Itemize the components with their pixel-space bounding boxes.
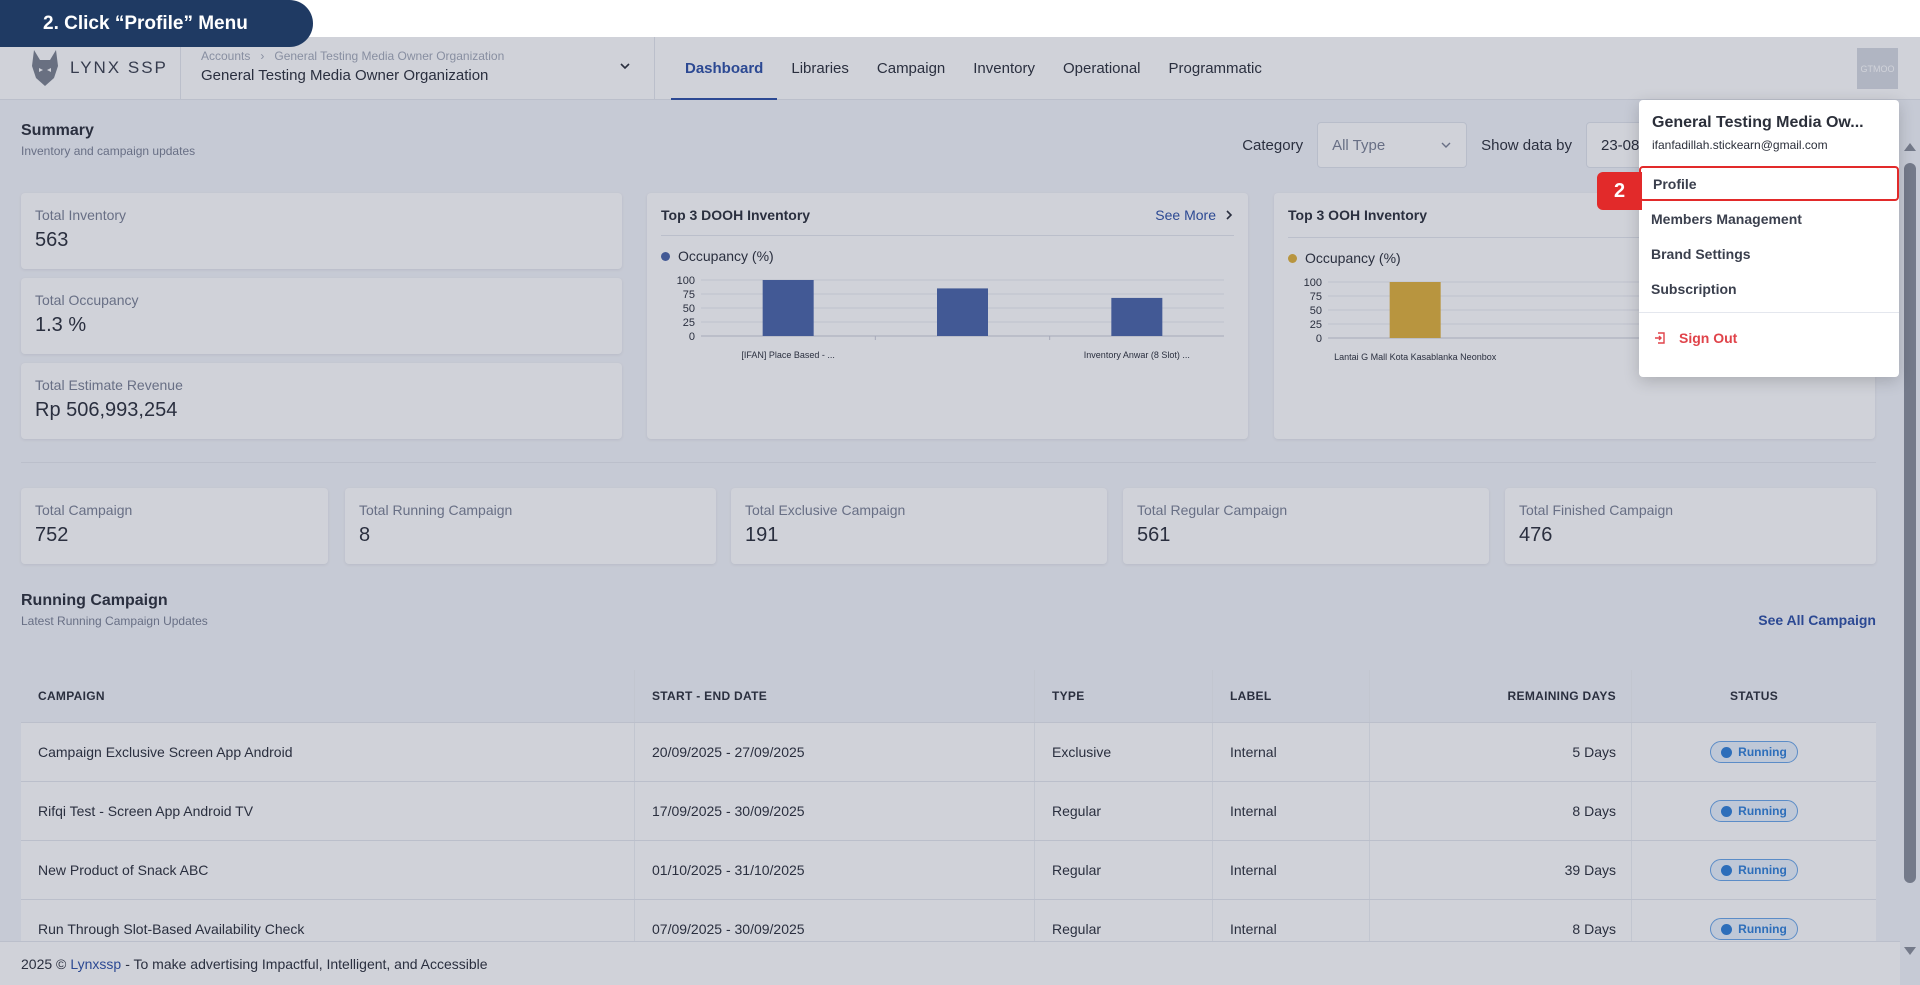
dropdown-email: ifanfadillah.stickearn@gmail.com (1652, 138, 1828, 152)
menu-item-profile[interactable]: Profile (1639, 166, 1899, 201)
dropdown-org-name: General Testing Media Ow... (1652, 114, 1864, 131)
profile-dropdown-menu: General Testing Media Ow... ifanfadillah… (1639, 100, 1899, 377)
step-instruction-banner: 2. Click “Profile” Menu (0, 0, 313, 47)
dropdown-divider (1639, 312, 1899, 313)
sign-out-label: Sign Out (1679, 330, 1738, 346)
menu-item-brand-settings[interactable]: Brand Settings (1639, 236, 1899, 271)
menu-item-subscription[interactable]: Subscription (1639, 271, 1899, 306)
menu-item-members-management[interactable]: Members Management (1639, 201, 1899, 236)
step-number-marker: 2 (1597, 172, 1642, 210)
sign-out-icon (1655, 332, 1665, 344)
menu-item-sign-out[interactable]: Sign Out (1639, 319, 1899, 357)
